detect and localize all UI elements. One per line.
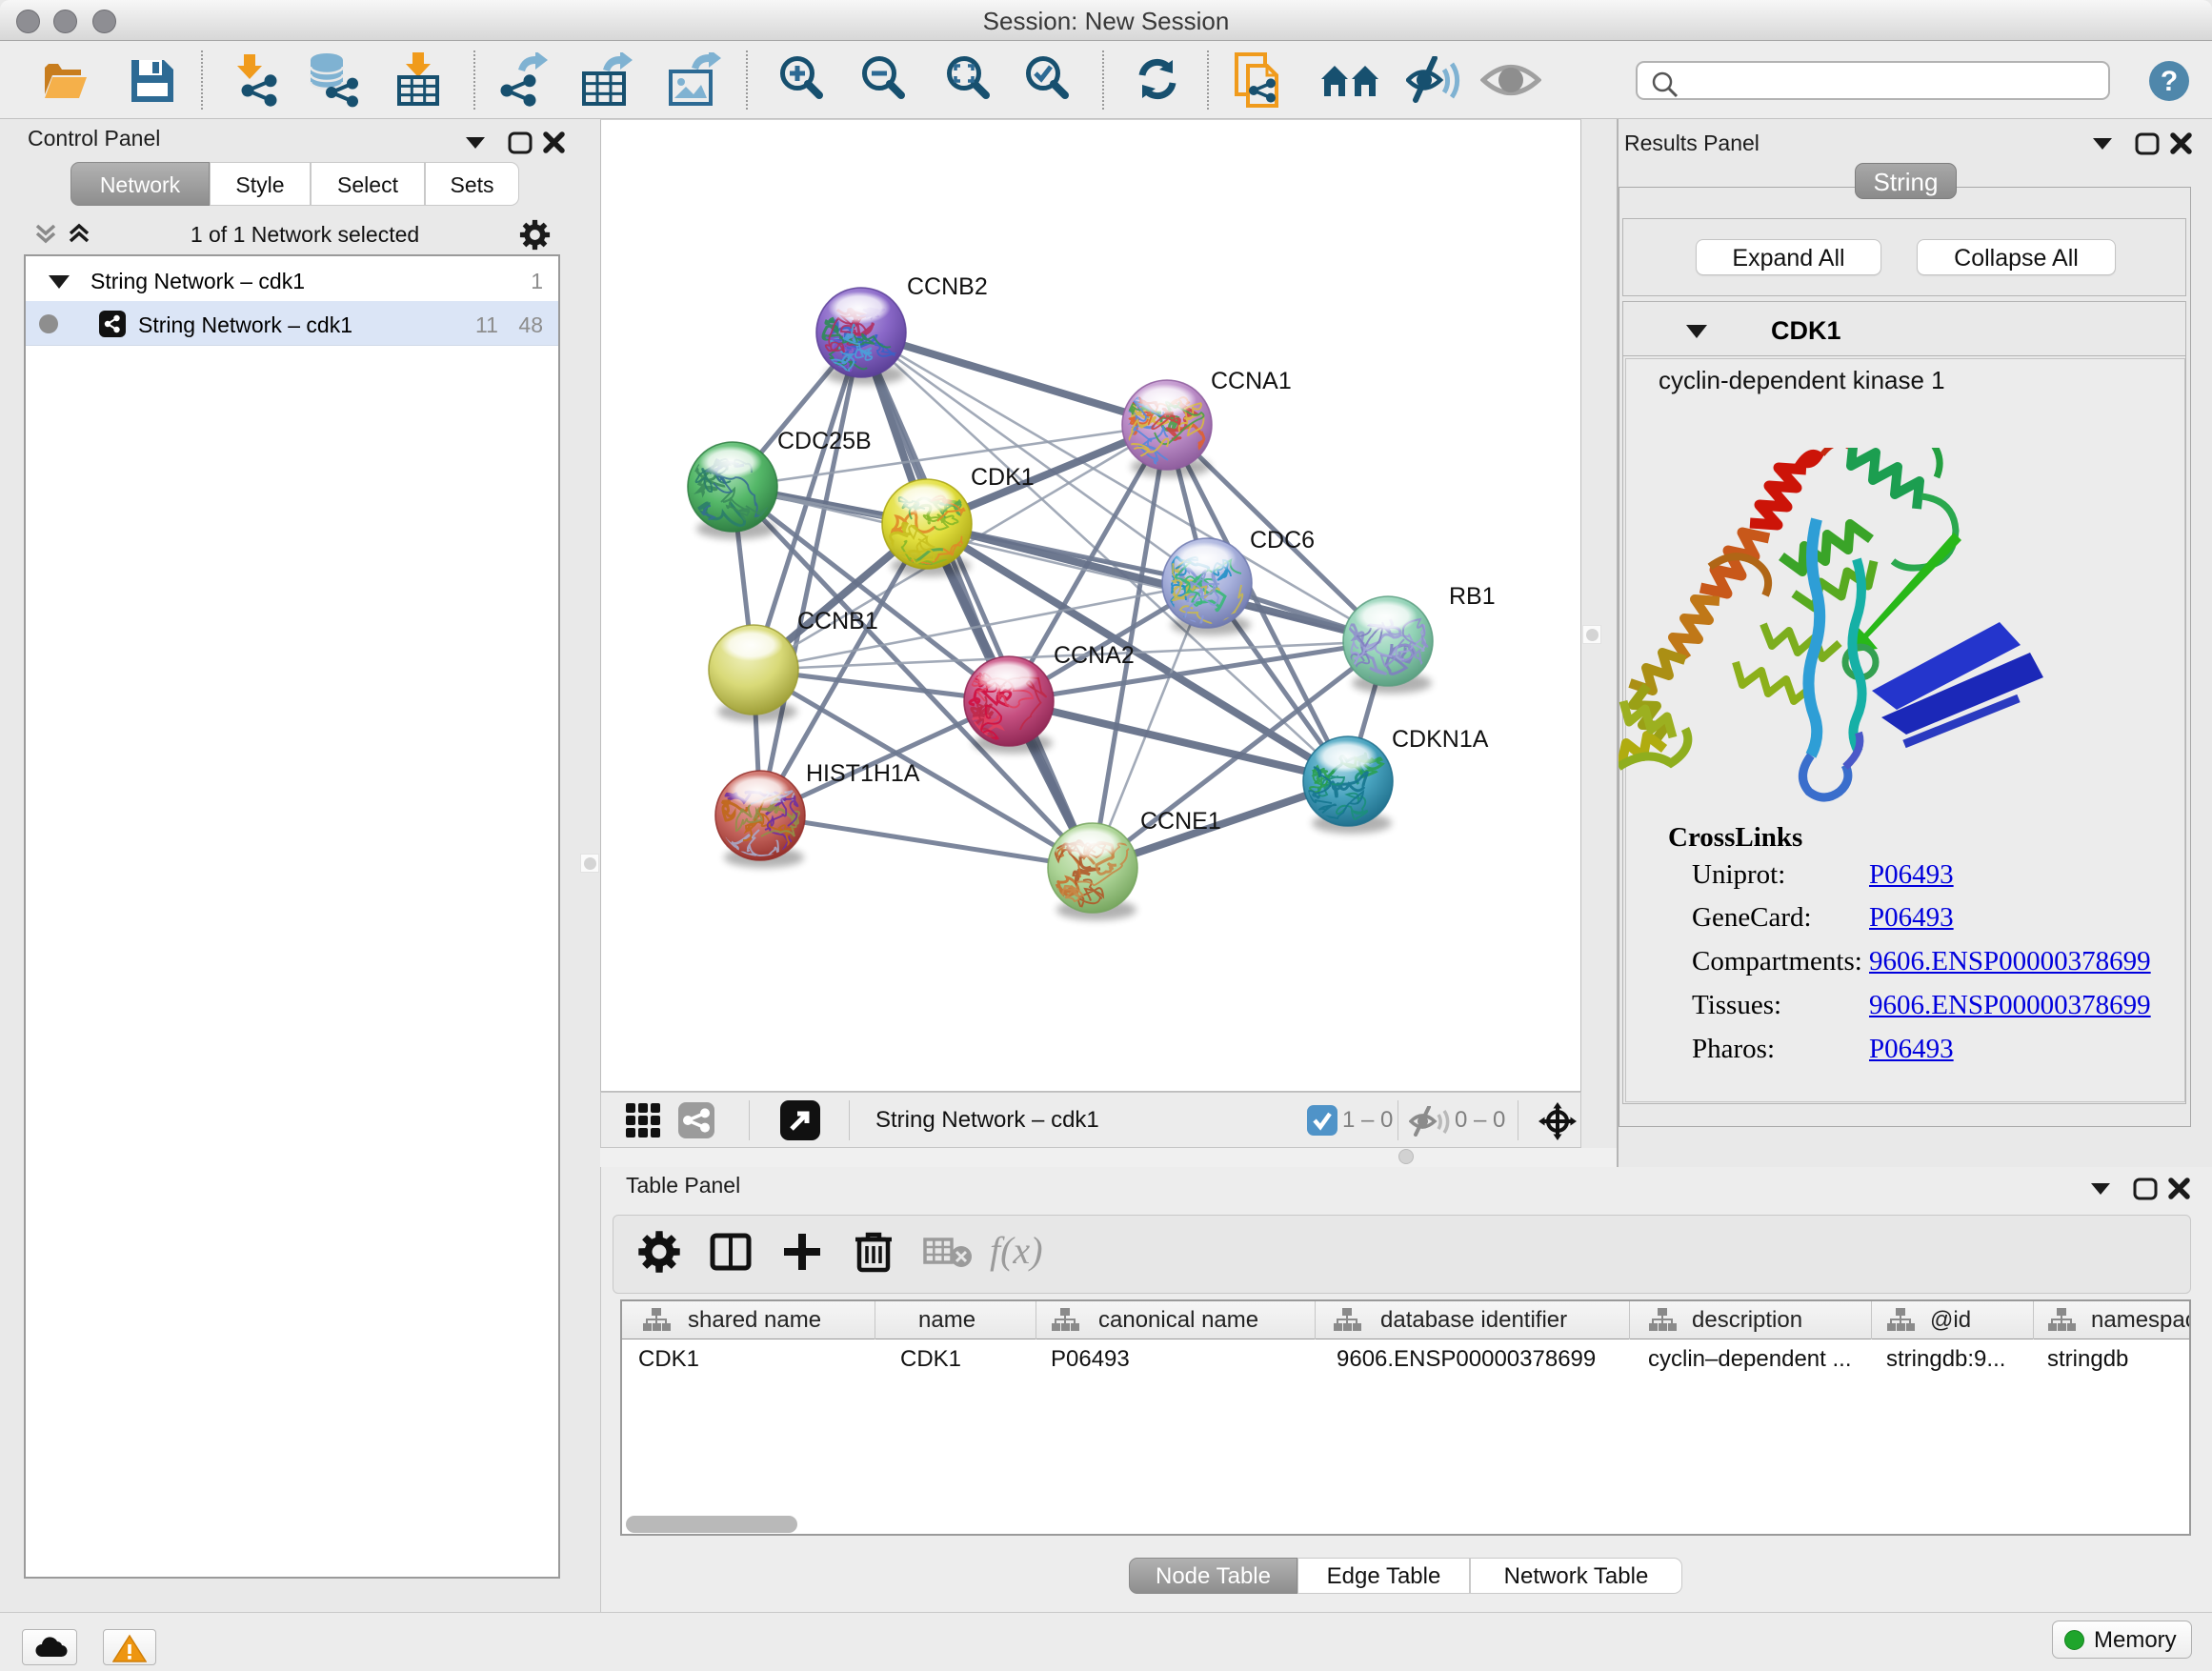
svg-text:CCNE1: CCNE1 xyxy=(1140,808,1221,835)
svg-text:CCNB1: CCNB1 xyxy=(797,608,878,634)
svg-text:CCNA2: CCNA2 xyxy=(1054,642,1135,669)
svg-text:?: ? xyxy=(2161,66,2178,97)
svg-text:CCNA1: CCNA1 xyxy=(1211,368,1292,394)
svg-text:CDC6: CDC6 xyxy=(1250,527,1315,554)
svg-text:CDK1: CDK1 xyxy=(971,464,1035,491)
svg-text:CCNB2: CCNB2 xyxy=(907,273,988,300)
svg-text:RB1: RB1 xyxy=(1449,583,1496,610)
svg-text:CDKN1A: CDKN1A xyxy=(1392,726,1489,753)
svg-text:HIST1H1A: HIST1H1A xyxy=(806,760,920,787)
svg-text:CDC25B: CDC25B xyxy=(777,428,872,454)
